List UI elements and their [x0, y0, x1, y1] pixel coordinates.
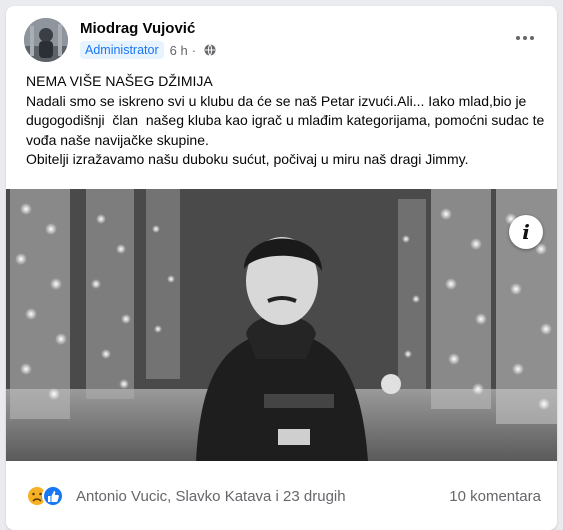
info-glyph: i: [522, 220, 530, 244]
avatar[interactable]: [24, 18, 68, 62]
reaction-icons[interactable]: [26, 485, 74, 507]
photo-image: [6, 189, 557, 461]
more-dot: [516, 36, 520, 40]
role-badge[interactable]: Administrator: [80, 41, 164, 59]
meta-separator: ·: [191, 42, 197, 58]
post-card: Miodrag Vujović Administrator 6 h · NEMA…: [6, 6, 557, 530]
more-dot: [523, 36, 527, 40]
like-reaction-icon: [42, 485, 64, 507]
post-text: NEMA VIŠE NAŠEG DŽIMIJA Nadali smo se is…: [26, 72, 546, 170]
post-headline: NEMA VIŠE NAŠEG DŽIMIJA: [26, 73, 213, 89]
author-name[interactable]: Miodrag Vujović: [80, 20, 195, 37]
globe-icon[interactable]: [204, 44, 216, 56]
comments-count[interactable]: 10 komentara: [449, 488, 541, 505]
reaction-icons-graphic: [26, 485, 64, 507]
reaction-names[interactable]: Antonio Vucic, Slavko Katava i 23 drugih: [76, 488, 346, 505]
post-meta: Administrator 6 h ·: [80, 41, 216, 59]
post-photo[interactable]: i: [6, 189, 557, 461]
avatar-image: [24, 18, 68, 62]
post-footer: Antonio Vucic, Slavko Katava i 23 drugih…: [6, 479, 557, 515]
timestamp[interactable]: 6 h: [170, 43, 188, 58]
post-paragraph: Obitelji izražavamo našu duboku sućut, p…: [26, 151, 469, 167]
more-options-icon[interactable]: [507, 26, 543, 50]
post-header: Miodrag Vujović Administrator 6 h ·: [6, 6, 557, 68]
more-dot: [530, 36, 534, 40]
post-paragraph: Nadali smo se iskreno svi u klubu da će …: [26, 92, 549, 148]
info-icon[interactable]: i: [509, 215, 543, 249]
